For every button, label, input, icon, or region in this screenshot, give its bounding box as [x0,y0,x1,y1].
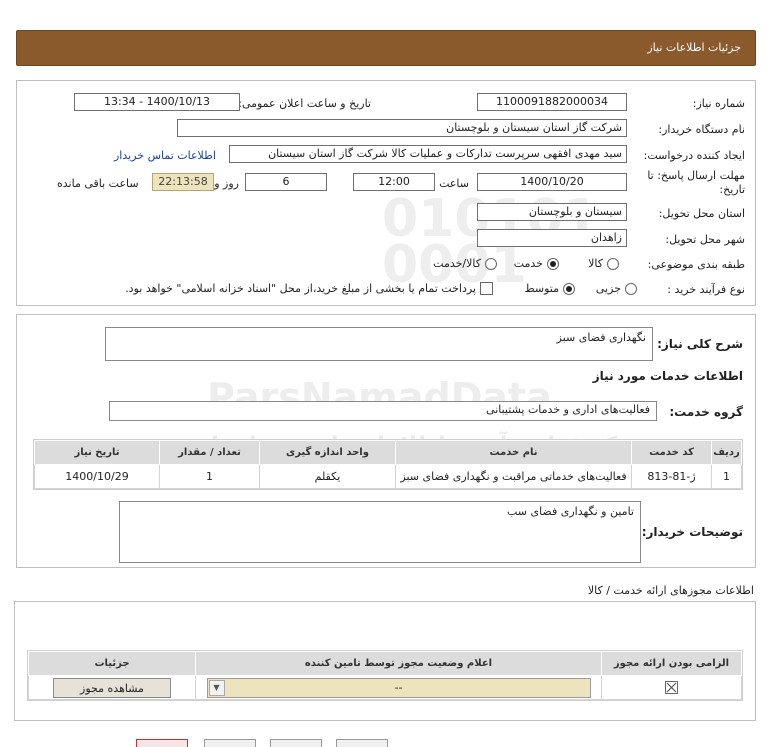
need-summary-field: نگهداری فضای سبز [105,327,653,361]
process-option-medium[interactable]: متوسط [524,282,575,295]
page-title: جزئیات اطلاعات نیاز [647,41,741,54]
col-name: نام خدمت [395,440,632,465]
announce-field: 1400/10/13 - 13:34 [74,93,240,111]
col-row: ردیف [711,440,742,465]
col-permit-status: اعلام وضعیت مجوز توسط تامین کننده [195,651,602,676]
services-table-header: ردیف کد خدمت نام خدمت واحد اندازه گیری ت… [34,440,742,465]
buyer-org-label: نام دستگاه خریدار: [658,123,745,136]
services-table: ردیف کد خدمت نام خدمت واحد اندازه گیری ت… [34,440,742,489]
need-number-label: شماره نیاز: [692,97,745,110]
need-description-panel: ParsNamadData مرکز فراهم آوری اطلاعات پا… [16,314,756,568]
permits-table: الزامی بودن ارائه مجوز اعلام وضعیت مجوز … [28,651,742,700]
process-option-minor[interactable]: جزیی [596,282,637,295]
bottom-button-3[interactable] [270,739,322,747]
service-name: فعالیت‌های خدماتی مراقبت و نگهداری فضای … [395,464,632,489]
deadline-date-field: 1400/10/20 [477,173,627,191]
deadline-label-date: تاریخ: [719,183,745,196]
need-info-panel: 0101010001 شماره نیاز: 1100091882000034 … [16,80,756,306]
remaining-label: ساعت باقی مانده [57,177,139,190]
service-qty: 1 [159,464,260,489]
permit-required-checkbox [665,681,678,695]
permits-table-wrap: الزامی بودن ارائه مجوز اعلام وضعیت مجوز … [27,650,743,701]
category-option-service[interactable]: خدمت [514,257,559,270]
treasury-checkbox[interactable] [480,282,493,295]
service-unit: یکقلم [259,464,396,489]
deadline-time-label: ساعت [439,177,469,190]
table-row: -- ▼ مشاهده مجوز [28,675,742,700]
permits-table-header: الزامی بودن ارائه مجوز اعلام وضعیت مجوز … [28,651,742,676]
col-permit-details: جزئیات [28,651,196,676]
page-title-bar: جزئیات اطلاعات نیاز [16,30,756,66]
col-date: تاریخ نیاز [34,440,160,465]
permit-status-cell: -- ▼ [195,675,602,700]
need-number-field: 1100091882000034 [477,93,627,111]
category-service-radio[interactable] [547,257,559,270]
category-label: طبقه بندی موضوعی: [647,258,745,271]
bottom-button-1[interactable] [136,739,188,747]
province-label: استان محل تحویل: [658,207,745,220]
deadline-label: مهلت ارسال پاسخ: تا [647,169,745,182]
treasury-payment-option[interactable]: پرداخت تمام یا بخشی از مبلغ خرید،از محل … [125,282,493,295]
buyer-notes-field: تامین و نگهداری فضای سب [119,501,641,563]
service-date: 1400/10/29 [34,464,160,489]
city-label: شهر محل تحویل: [665,233,745,246]
col-code: کد خدمت [631,440,712,465]
creator-field: سید مهدی افقهی سرپرست تدارکات و عملیات ک… [229,145,627,163]
dropdown-arrow-icon[interactable]: ▼ [208,679,225,696]
bottom-button-4[interactable] [336,739,388,747]
creator-label: ایجاد کننده درخواست: [643,149,745,162]
days-field: 6 [245,173,327,191]
announce-label: تاریخ و ساعت اعلان عمومی: [238,97,371,110]
province-field: سیستان و بلوچستان [477,203,627,221]
bottom-button-2[interactable] [204,739,256,747]
buyer-notes-label: توضیحات خریدار: [641,525,743,539]
view-permit-button[interactable]: مشاهده مجوز [53,677,171,698]
category-goods-radio[interactable] [607,257,619,270]
permit-details-cell: مشاهده مجوز [28,675,196,700]
col-unit: واحد اندازه گیری [259,440,396,465]
service-code: ژ-81-813 [631,464,712,489]
deadline-time-field: 12:00 [353,173,435,191]
need-summary-label: شرح کلی نیاز: [657,337,743,351]
remaining-time-field: 22:13:58 [152,173,214,191]
col-qty: تعداد / مقدار [159,440,260,465]
process-minor-radio[interactable] [625,282,637,295]
col-permit-required: الزامی بودن ارائه مجوز [601,651,742,676]
city-field: زاهدان [477,229,627,247]
process-label: نوع فرآیند خرید : [667,283,745,296]
process-medium-radio[interactable] [563,282,575,295]
services-table-wrap: ردیف کد خدمت نام خدمت واحد اندازه گیری ت… [33,439,743,490]
category-goods-service-radio[interactable] [485,257,497,270]
service-group-label: گروه خدمت: [669,405,743,419]
permits-heading: اطلاعات مجوزهای ارائه خدمت / کالا [587,584,754,597]
permits-panel: الزامی بودن ارائه مجوز اعلام وضعیت مجوز … [14,601,756,721]
days-label: روز و [214,177,239,190]
table-row: 1 ژ-81-813 فعالیت‌های خدماتی مراقبت و نگ… [34,464,742,489]
services-heading: اطلاعات خدمات مورد نیاز [592,369,743,383]
category-option-goods[interactable]: کالا [588,257,619,270]
buyer-contact-link[interactable]: اطلاعات تماس خریدار [114,149,216,162]
permit-required-cell [601,675,742,700]
row-number: 1 [711,464,742,489]
category-option-goods-service[interactable]: کالا/خدمت [433,257,497,270]
service-group-field: فعالیت‌های اداری و خدمات پشتیبانی [109,401,657,421]
cross-icon [666,682,677,693]
buyer-org-field: شرکت گاز استان سیستان و بلوچستان [177,119,627,137]
permit-status-select[interactable]: -- ▼ [206,677,591,698]
